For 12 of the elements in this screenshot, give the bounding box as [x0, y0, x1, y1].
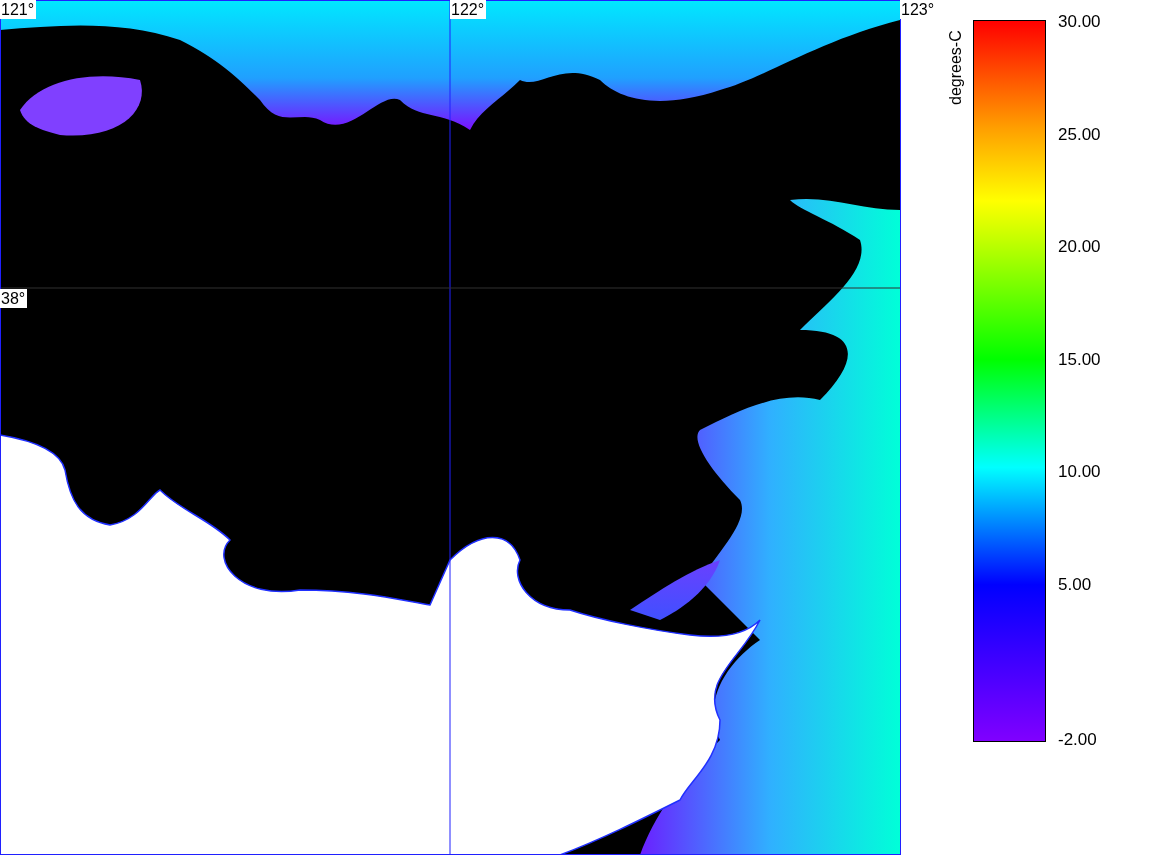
scale-tick-label: 30.00 [1058, 12, 1101, 32]
longitude-label: 121° [0, 0, 37, 19]
scale-tick-label: 25.00 [1058, 124, 1101, 145]
scale-tick-label: 15.00 [1058, 349, 1101, 370]
scale-tick-label: 20.00 [1058, 237, 1101, 257]
scale-tick-label: 10.00 [1058, 462, 1101, 482]
longitude-label: 123° [900, 0, 937, 19]
latitude-label: 38° [0, 289, 28, 308]
scale-tick-label: -2.00 [1058, 730, 1097, 750]
longitude-label: 122° [450, 0, 487, 19]
colorbar-title: degrees-C [948, 29, 964, 108]
scale-tick-label: 5.00 [1058, 574, 1092, 595]
